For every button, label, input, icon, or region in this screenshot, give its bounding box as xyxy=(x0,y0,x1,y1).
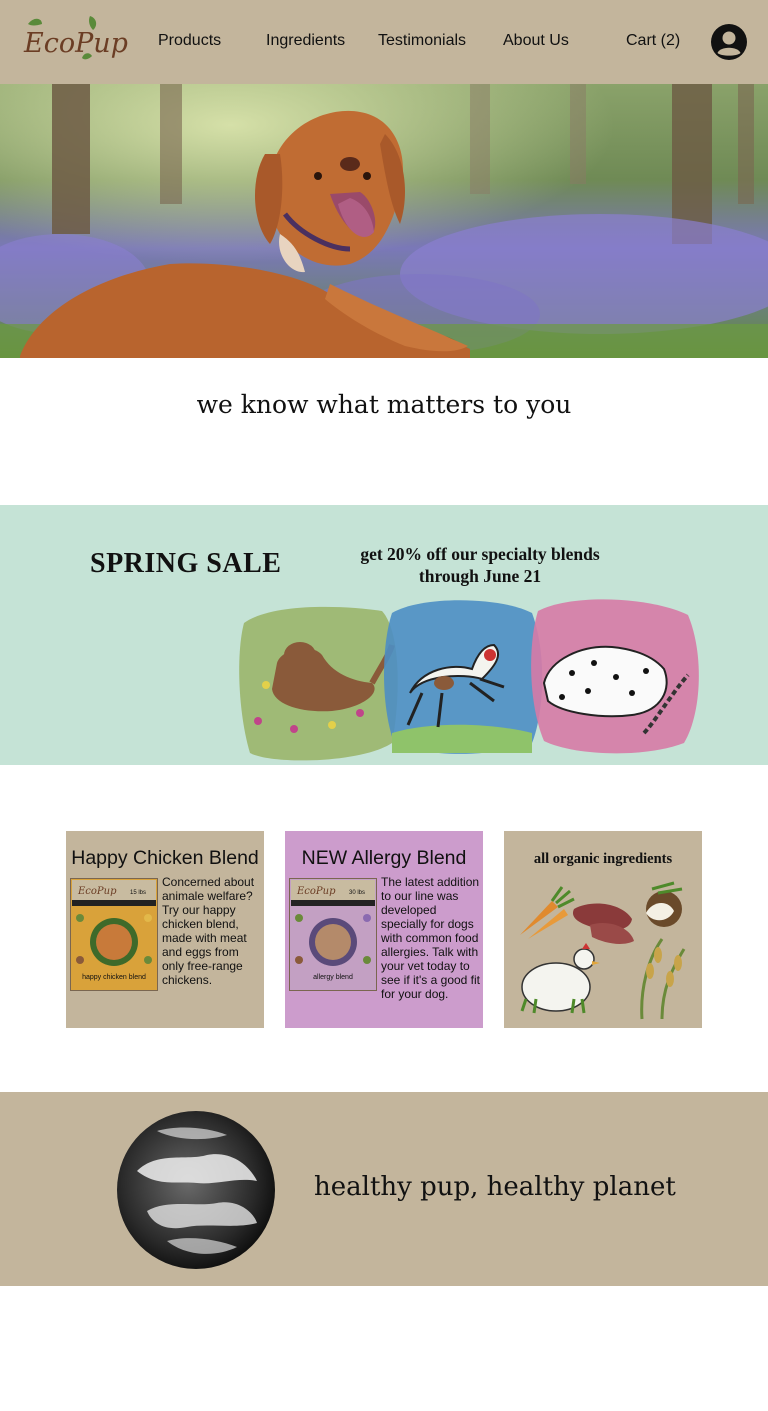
card-title: Happy Chicken Blend xyxy=(71,847,259,869)
logo-text: EcoPup xyxy=(24,28,128,59)
sale-title: SPRING SALE xyxy=(90,548,282,579)
nav-link-products[interactable]: Products xyxy=(158,32,221,50)
planet-tagline: healthy pup, healthy planet xyxy=(314,1172,676,1202)
pack-weight: 15 lbs xyxy=(130,890,146,896)
pack-label: happy chicken blend xyxy=(82,974,146,981)
pack-brand: EcoPup xyxy=(296,886,336,897)
card-allergy-blend[interactable]: NEW Allergy Blend EcoPup 30 lbs allergy … xyxy=(285,831,483,1028)
sale-line-2: through June 21 xyxy=(418,566,542,586)
tagline: we know what matters to you xyxy=(196,390,572,419)
hero-image xyxy=(0,84,768,358)
healthy-planet-section: healthy pup, healthy planet xyxy=(0,1092,768,1286)
top-nav: EcoPup Products Ingredients Testimonials… xyxy=(0,0,768,84)
nav-link-testimonials[interactable]: Testimonials xyxy=(378,32,466,50)
card-title: NEW Allergy Blend xyxy=(301,847,467,869)
nav-link-cart[interactable]: Cart (2) xyxy=(626,32,680,50)
pack-label: allergy blend xyxy=(313,974,353,981)
product-package-image: EcoPup 30 lbs allergy blend xyxy=(288,877,378,992)
nav-link-ingredients[interactable]: Ingredients xyxy=(266,32,345,50)
pack-weight: 30 lbs xyxy=(349,890,365,896)
account-icon[interactable] xyxy=(711,24,747,60)
ecopup-logo[interactable]: EcoPup xyxy=(20,14,128,68)
ingredients-illustration xyxy=(512,879,698,1025)
card-description: The latest addition to our line was deve… xyxy=(381,875,481,1001)
earth-image xyxy=(117,1111,275,1269)
sale-description: get 20% off our specialty blends through… xyxy=(330,543,630,587)
nav-link-about-us[interactable]: About Us xyxy=(503,32,569,50)
card-happy-chicken-blend[interactable]: Happy Chicken Blend EcoPup 15 lbs happy … xyxy=(66,831,264,1028)
spring-sale-banner[interactable]: SPRING SALE get 20% off our specialty bl… xyxy=(0,505,768,765)
product-package-image: EcoPup 15 lbs happy chicken blend xyxy=(69,877,159,992)
card-organic-ingredients[interactable]: all organic ingredients xyxy=(504,831,702,1028)
pack-brand: EcoPup xyxy=(77,886,117,897)
sale-line-1: get 20% off our specialty blends xyxy=(360,544,600,564)
card-description: Concerned about animale welfare? Try our… xyxy=(162,875,255,987)
card-title: all organic ingredients xyxy=(533,851,673,867)
sale-illustration xyxy=(232,593,708,765)
